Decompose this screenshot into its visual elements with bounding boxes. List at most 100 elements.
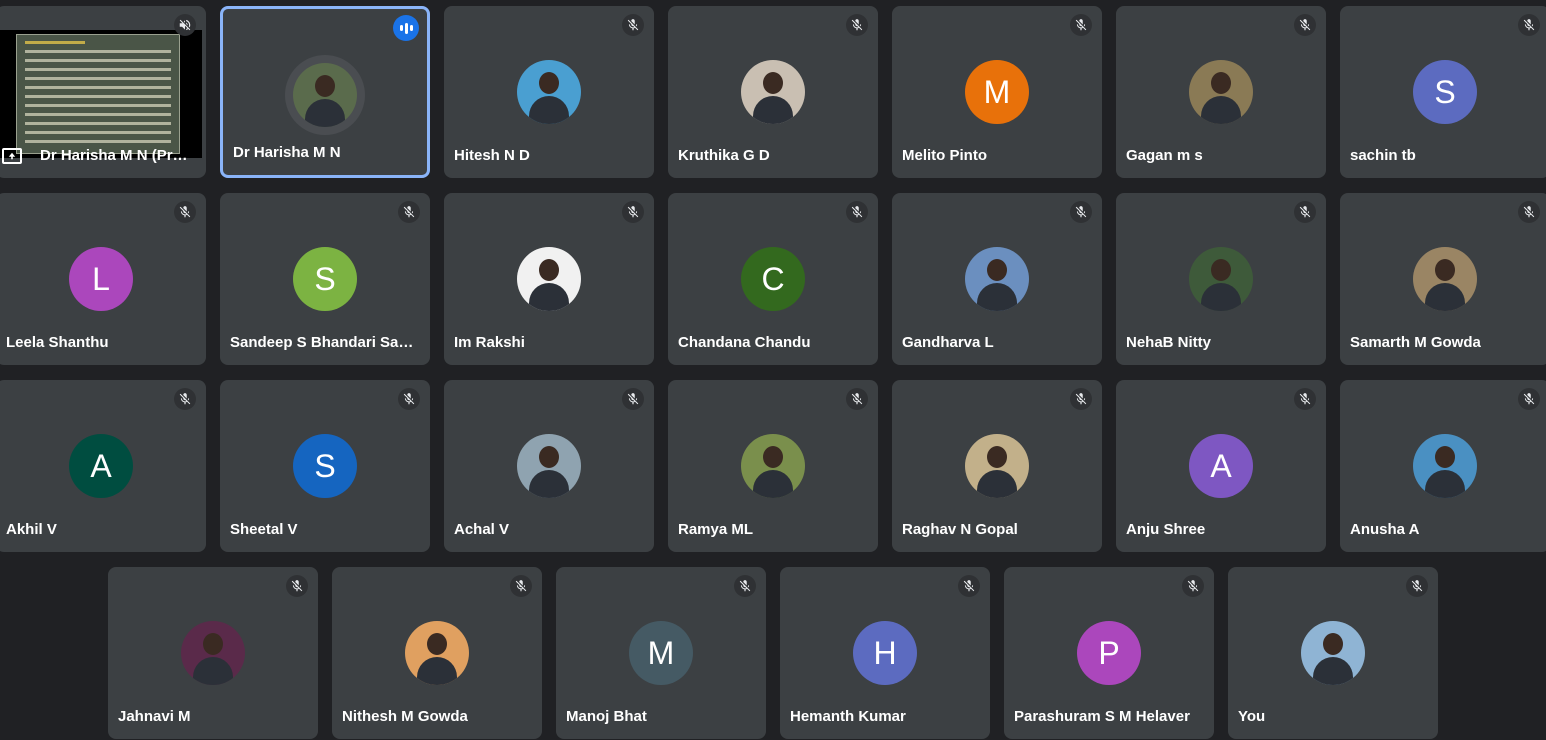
participant-name: Kruthika G D — [678, 147, 770, 164]
avatar: M — [965, 60, 1029, 124]
mic-off-icon — [846, 201, 868, 223]
avatar — [293, 63, 357, 127]
avatar — [965, 434, 1029, 498]
participant-name: Gagan m s — [1126, 147, 1203, 164]
avatar — [517, 247, 581, 311]
participant-tile[interactable]: A Akhil V — [0, 380, 206, 552]
present-screen-icon — [2, 148, 22, 164]
avatar — [1413, 247, 1477, 311]
mic-off-icon — [398, 388, 420, 410]
participant-name: Melito Pinto — [902, 147, 987, 164]
avatar — [1413, 434, 1477, 498]
participant-name: Sandeep S Bhandari Sand... — [230, 334, 420, 351]
mic-off-icon — [1294, 388, 1316, 410]
mic-off-icon — [1070, 388, 1092, 410]
participant-name: Nithesh M Gowda — [342, 708, 468, 725]
participant-tile[interactable]: You — [1228, 567, 1438, 739]
mic-off-icon — [622, 201, 644, 223]
speaking-indicator-icon — [393, 15, 419, 41]
avatar — [517, 434, 581, 498]
avatar: S — [293, 434, 357, 498]
participant-name: Chandana Chandu — [678, 334, 811, 351]
participant-name: Dr Harisha M N — [233, 144, 341, 161]
avatar — [741, 60, 805, 124]
participant-name: Ramya ML — [678, 521, 754, 538]
avatar: A — [1189, 434, 1253, 498]
participant-tile[interactable]: NehaB Nitty — [1116, 193, 1326, 365]
avatar: A — [69, 434, 133, 498]
avatar: P — [1077, 621, 1141, 685]
avatar — [181, 621, 245, 685]
participant-tile[interactable]: A Anju Shree — [1116, 380, 1326, 552]
mic-off-icon — [1294, 14, 1316, 36]
participant-tile[interactable]: Gagan m s — [1116, 6, 1326, 178]
participant-tile[interactable]: P Parashuram S M Helaver — [1004, 567, 1214, 739]
mic-off-icon — [958, 575, 980, 597]
mic-off-icon — [622, 14, 644, 36]
volume-off-icon — [174, 14, 196, 36]
participant-tile[interactable]: H Hemanth Kumar — [780, 567, 990, 739]
participant-name: NehaB Nitty — [1126, 334, 1212, 351]
mic-off-icon — [1518, 388, 1540, 410]
participant-tile[interactable]: Ramya ML — [668, 380, 878, 552]
participant-tile[interactable]: Raghav N Gopal — [892, 380, 1102, 552]
participant-tile[interactable]: Jahnavi M — [108, 567, 318, 739]
participant-tile[interactable]: Dr Harisha M N (Pre... — [0, 6, 206, 178]
participant-tile[interactable]: L Leela Shanthu — [0, 193, 206, 365]
participant-name: Im Rakshi — [454, 334, 525, 351]
participant-name: Gandharva L — [902, 334, 994, 351]
mic-off-icon — [1518, 14, 1540, 36]
mic-off-icon — [1182, 575, 1204, 597]
participant-tile[interactable]: Dr Harisha M N — [220, 6, 430, 178]
presentation-preview — [0, 30, 202, 158]
mic-off-icon — [510, 575, 532, 597]
participant-name: Parashuram S M Helaver — [1014, 708, 1190, 725]
participant-name: Manoj Bhat — [566, 708, 647, 725]
participant-tile[interactable]: M Manoj Bhat — [556, 567, 766, 739]
participant-tile[interactable]: M Melito Pinto — [892, 6, 1102, 178]
participant-tile[interactable]: C Chandana Chandu — [668, 193, 878, 365]
participant-tile[interactable]: Nithesh M Gowda — [332, 567, 542, 739]
avatar: H — [853, 621, 917, 685]
avatar — [1301, 621, 1365, 685]
participant-tile[interactable]: Achal V — [444, 380, 654, 552]
participant-name: You — [1238, 708, 1266, 725]
participant-tile[interactable]: Samarth M Gowda — [1340, 193, 1546, 365]
participant-name: Samarth M Gowda — [1350, 334, 1481, 351]
participant-tile[interactable]: Kruthika G D — [668, 6, 878, 178]
participant-name: Jahnavi M — [118, 708, 191, 725]
participant-tile[interactable]: Anusha A — [1340, 380, 1546, 552]
participant-tile[interactable]: S Sandeep S Bhandari Sand... — [220, 193, 430, 365]
mic-off-icon — [622, 388, 644, 410]
participant-tile[interactable]: Im Rakshi — [444, 193, 654, 365]
participant-name: Hitesh N D — [454, 147, 530, 164]
mic-off-icon — [1070, 201, 1092, 223]
avatar: M — [629, 621, 693, 685]
avatar — [1189, 60, 1253, 124]
avatar — [405, 621, 469, 685]
participant-tile[interactable]: Gandharva L — [892, 193, 1102, 365]
mic-off-icon — [1070, 14, 1092, 36]
mic-off-icon — [734, 575, 756, 597]
avatar: C — [741, 247, 805, 311]
mic-off-icon — [846, 388, 868, 410]
participant-name: Leela Shanthu — [6, 334, 109, 351]
avatar — [517, 60, 581, 124]
participant-name: Akhil V — [6, 521, 57, 538]
mic-off-icon — [398, 201, 420, 223]
participant-tile[interactable]: Ssachin tb — [1340, 6, 1546, 178]
participant-tile[interactable]: Hitesh N D — [444, 6, 654, 178]
avatar — [1189, 247, 1253, 311]
avatar: S — [1413, 60, 1477, 124]
mic-off-icon — [174, 201, 196, 223]
participant-name: Hemanth Kumar — [790, 708, 906, 725]
mic-off-icon — [1518, 201, 1540, 223]
participant-name: Dr Harisha M N (Pre... — [40, 147, 190, 164]
avatar: S — [293, 247, 357, 311]
participant-name: Achal V — [454, 521, 510, 538]
participant-name: Anusha A — [1350, 521, 1420, 538]
avatar — [741, 434, 805, 498]
participant-name: sachin tb — [1350, 147, 1416, 164]
participant-name: Raghav N Gopal — [902, 521, 1018, 538]
participant-tile[interactable]: S Sheetal V — [220, 380, 430, 552]
